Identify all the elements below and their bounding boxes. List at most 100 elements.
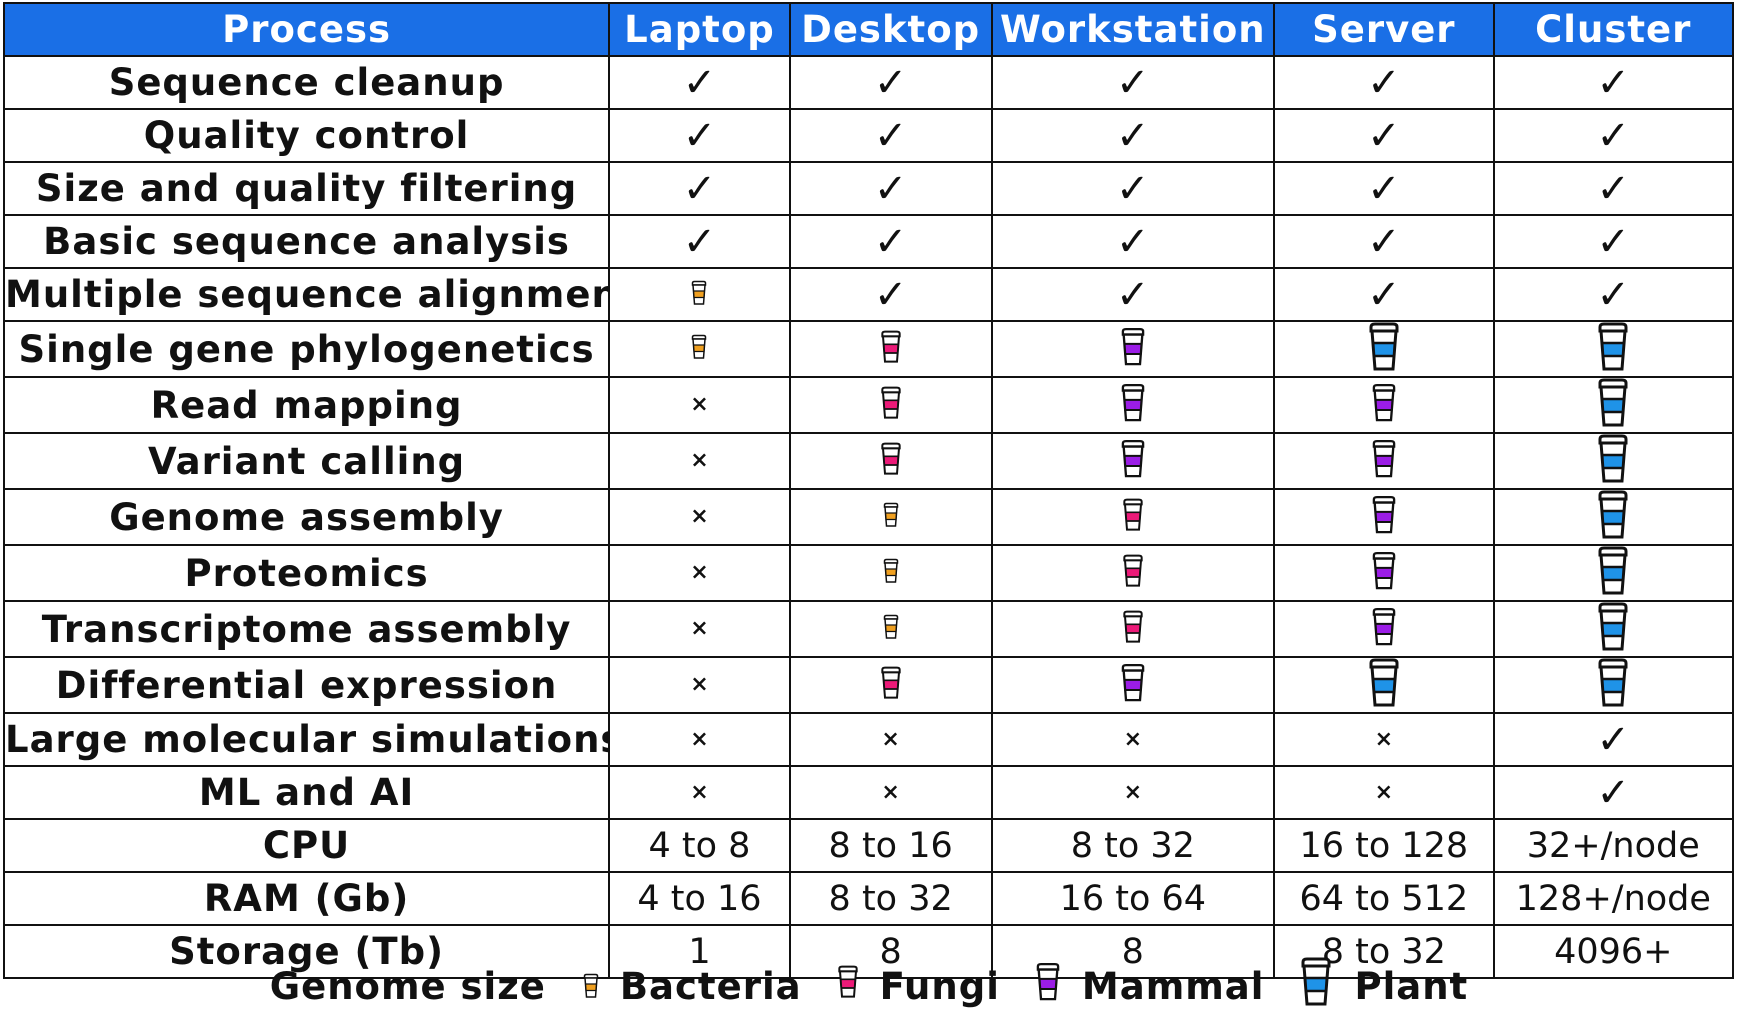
spec-value: 8 to 32 [788,871,993,926]
table-row: ML and AI × × × × ✓ [2,765,1735,820]
cross-mark-cell: × [990,712,1276,767]
mammal-coffee-cup-icon [1370,495,1398,539]
column-header-cluster: Cluster [1492,2,1735,57]
bacteria-coffee-cup-icon [582,965,600,1008]
bacteria-cup-cell [608,320,791,378]
process-name: Genome assembly [2,488,611,546]
mammal-cup-cell [1273,600,1495,658]
spec-value: 16 to 128 [1273,818,1495,873]
comparison-table-container: Process Laptop Desktop Workstation Server Clu… [2,2,1735,979]
spec-value: 4 to 8 [608,818,791,873]
table-row: CPU 4 to 88 to 16 8 to 32 16 to 128 32+/node [2,818,1735,873]
check-mark-cell: ✓ [990,161,1276,216]
mammal-coffee-cup-icon [1119,439,1147,483]
table-row: Proteomics × [2,544,1735,602]
check-mark-icon: ✓ [1596,59,1631,106]
process-name: Multiple sequence alignment [2,267,611,322]
legend-item-bacteria: Bacteria [582,965,802,1008]
check-mark-cell: ✓ [990,108,1276,163]
bacteria-cup-cell [608,267,791,322]
cross-mark-icon: × [690,616,709,641]
process-name: Differential expression [2,656,611,714]
mammal-coffee-cup-icon [1119,663,1147,707]
check-mark-cell: ✓ [1492,55,1735,110]
plant-cup-cell [1273,320,1495,378]
bacteria-cup-cell [788,488,993,546]
table-row: Quality control ✓ ✓ ✓ ✓ ✓ [2,108,1735,163]
spec-value: 8 to 32 [990,818,1276,873]
legend-item-mammal: Mammal [1034,962,1265,1011]
legend-item-fungi: Fungi [836,965,1000,1008]
process-name: Size and quality filtering [2,161,611,216]
fungi-coffee-cup-icon [1121,610,1145,648]
table-row: Sequence cleanup ✓ ✓ ✓ ✓ ✓ [2,55,1735,110]
cross-mark-icon: × [1123,779,1143,805]
process-name: RAM (Gb) [2,871,611,926]
bacteria-coffee-cup-icon [690,280,708,310]
bacteria-coffee-cup-icon [690,334,708,364]
check-mark-icon: ✓ [682,112,717,159]
column-header-desktop: Desktop [788,2,993,57]
check-mark-icon: ✓ [1116,112,1150,159]
check-mark-icon: ✓ [873,165,908,212]
mammal-cup-cell [990,320,1276,378]
cross-mark-cell: × [1273,712,1495,767]
process-name: CPU [2,818,611,873]
check-mark-icon: ✓ [1596,716,1631,763]
check-mark-cell: ✓ [1492,108,1735,163]
check-mark-icon: ✓ [1116,165,1150,212]
cross-mark-cell: × [608,432,791,490]
mammal-coffee-cup-icon [1034,962,1062,1011]
plant-coffee-cup-icon [1366,323,1402,375]
bacteria-cup-cell [788,544,993,602]
process-name: Large molecular simulations [2,712,611,767]
plant-coffee-cup-icon [1595,547,1631,599]
legend-items: Bacteria Fungi Mammal Plant [582,957,1468,1016]
fungi-coffee-cup-icon [879,666,903,704]
bacteria-cup-cell [788,600,993,658]
column-header-server: Server [1273,2,1495,57]
cross-mark-icon: × [690,504,709,529]
check-mark-cell: ✓ [1273,267,1495,322]
check-mark-cell: ✓ [990,55,1276,110]
check-mark-cell: ✓ [788,108,993,163]
check-mark-icon: ✓ [873,218,908,265]
table-body: Sequence cleanup ✓ ✓ ✓ ✓ ✓ Quality control ✓ ✓ ✓ ✓… [2,55,1735,979]
fungi-coffee-cup-icon [1121,554,1145,592]
header-row: Process Laptop Desktop Workstation Server Clu… [2,2,1735,57]
legend-label: Plant [1354,964,1469,1008]
cross-mark-icon: × [1123,726,1143,752]
cross-mark-cell: × [788,765,993,820]
table-row: Basic sequence analysis ✓ ✓ ✓ ✓ ✓ [2,214,1735,269]
check-mark-icon: ✓ [1367,165,1401,212]
fungi-coffee-cup-icon [1121,498,1145,536]
check-mark-cell: ✓ [1273,55,1495,110]
mammal-cup-cell [990,432,1276,490]
plant-cup-cell [1492,656,1735,714]
table-row: Large molecular simulations × × × × ✓ [2,712,1735,767]
check-mark-icon: ✓ [873,112,908,159]
check-mark-cell: ✓ [1492,161,1735,216]
table-row: RAM (Gb) 4 to 16 8 to 32 16 to 64 64 to 512 1… [2,871,1735,926]
process-name: Single gene phylogenetics [2,320,611,378]
fungi-coffee-cup-icon [879,386,903,424]
plant-coffee-cup-icon [1298,957,1334,1016]
cross-mark-icon: × [690,726,709,752]
check-mark-icon: ✓ [682,165,717,212]
process-name: Proteomics [2,544,611,602]
column-header-process: Process [2,2,611,57]
process-name: Transcriptome assembly [2,600,611,658]
plant-coffee-cup-icon [1595,491,1631,543]
check-mark-cell: ✓ [1273,161,1495,216]
fungi-coffee-cup-icon [836,965,860,1008]
check-mark-cell: ✓ [608,55,791,110]
fungi-cup-cell [788,320,993,378]
process-name: Quality control [2,108,611,163]
cross-mark-cell: × [608,656,791,714]
cross-mark-icon: × [690,672,709,697]
genome-size-legend: Genome size Bacteria Fungi Mammal Plant [0,957,1738,1010]
bacteria-coffee-cup-icon [882,614,900,644]
legend-title: Genome size [269,964,546,1008]
mammal-cup-cell [990,656,1276,714]
cross-mark-cell: × [608,488,791,546]
